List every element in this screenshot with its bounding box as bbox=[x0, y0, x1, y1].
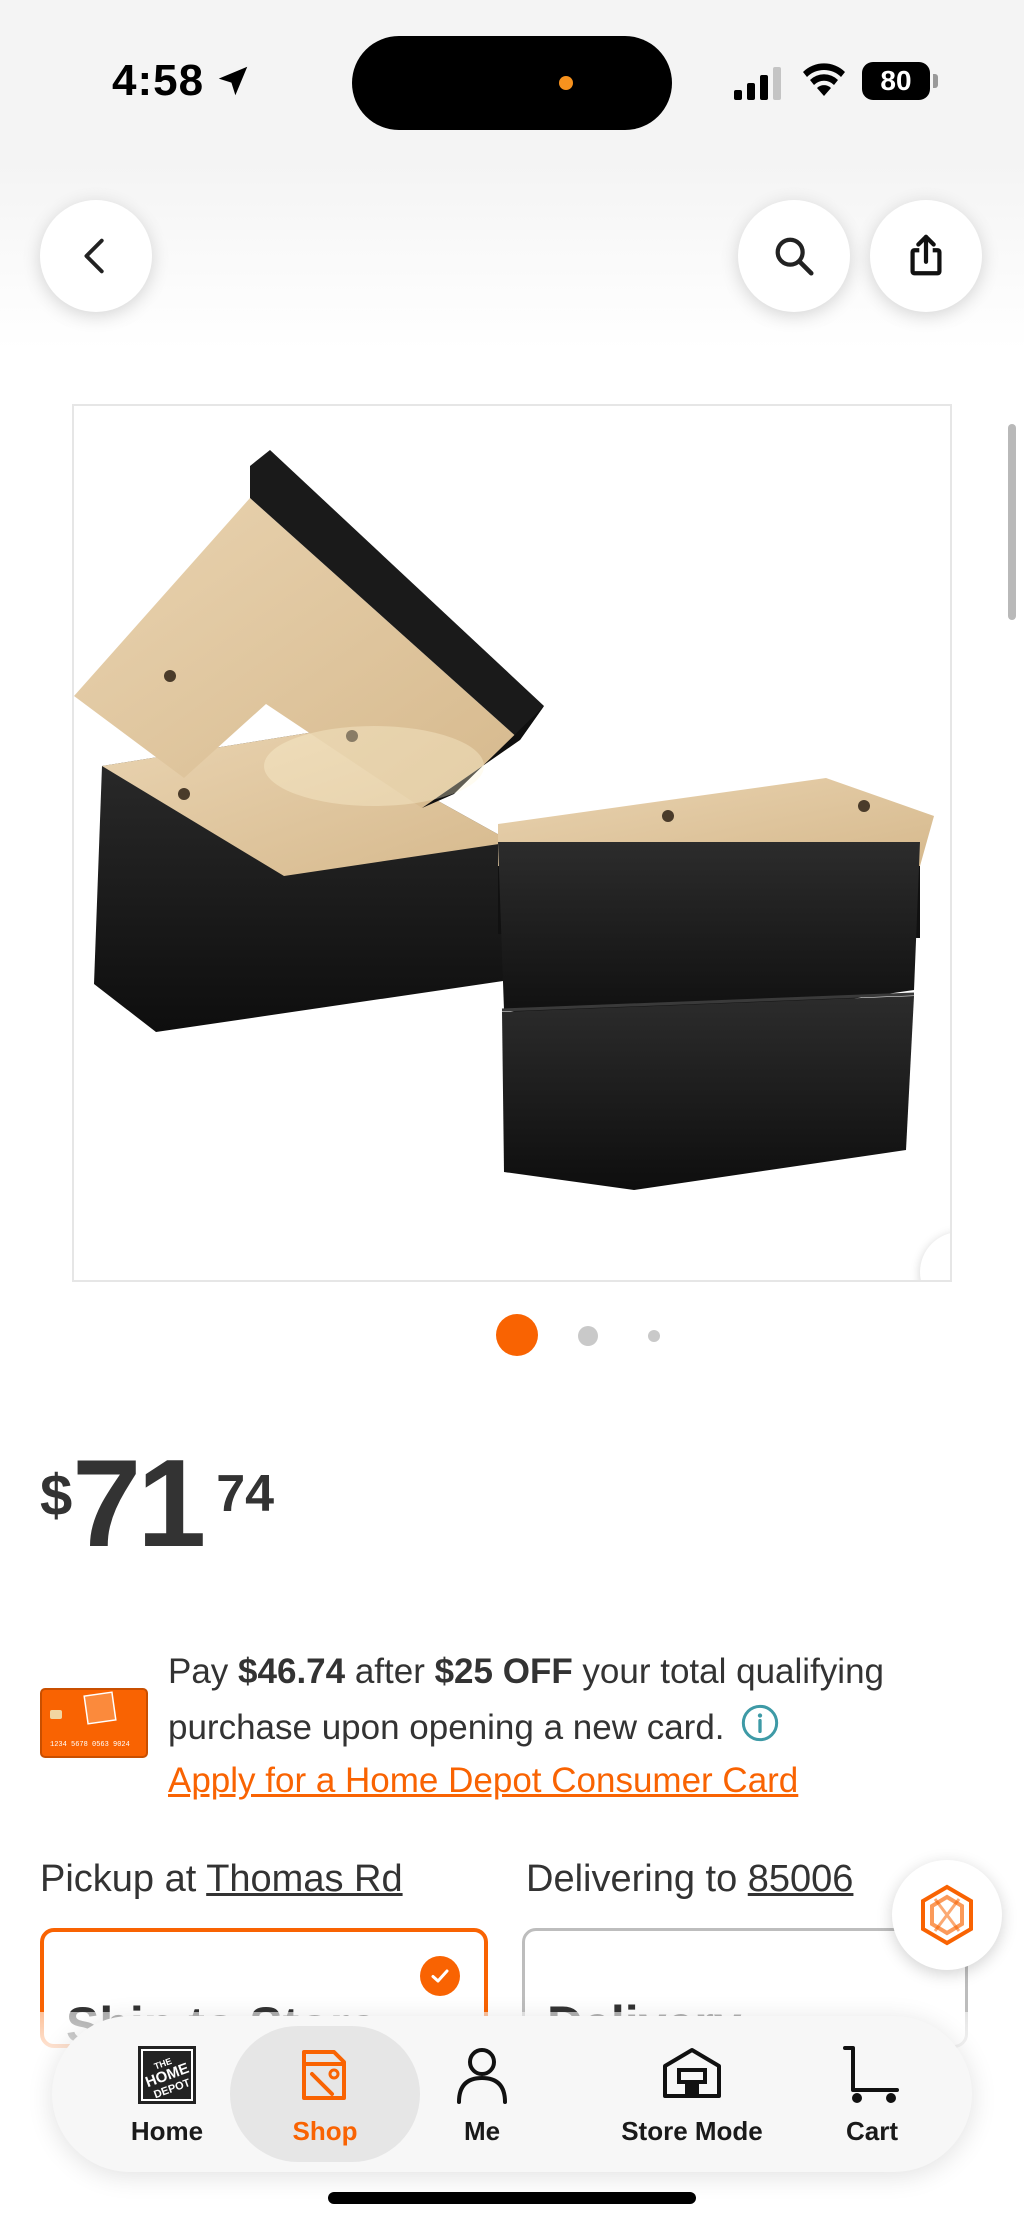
back-button[interactable] bbox=[40, 200, 152, 312]
status-clock: 4:58 bbox=[112, 56, 252, 106]
apply-card-link[interactable]: Apply for a Home Depot Consumer Card bbox=[168, 1756, 798, 1806]
search-button[interactable] bbox=[738, 200, 850, 312]
bottom-tab-bar: THE HOME DEPOT Home Shop Me Store Mode C… bbox=[52, 2016, 972, 2172]
chevron-right-icon bbox=[942, 1254, 952, 1282]
product-image[interactable] bbox=[74, 406, 950, 1280]
product-image-carousel[interactable] bbox=[72, 404, 952, 1282]
privacy-indicator-dot bbox=[559, 76, 573, 90]
delivery-prefix: Delivering to bbox=[526, 1858, 748, 1900]
tab-shop[interactable]: Shop bbox=[230, 2026, 420, 2162]
tab-home[interactable]: THE HOME DEPOT Home bbox=[102, 2026, 232, 2162]
status-time: 4:58 bbox=[112, 56, 205, 105]
delivery-location-label: Delivering to 85006 bbox=[526, 1854, 853, 1904]
product-page: 4:58 80 $ 71 74 1234 5678 0563 9024 Pay … bbox=[0, 0, 1024, 2226]
tab-home-label: Home bbox=[130, 2115, 204, 2146]
checkmark-icon bbox=[420, 1956, 460, 1996]
tab-shop-label: Shop bbox=[292, 2115, 358, 2146]
chevron-left-icon bbox=[84, 238, 104, 274]
credit-card-icon: 1234 5678 0563 9024 bbox=[40, 1688, 148, 1758]
pickup-location-label: Pickup at Thomas Rd bbox=[40, 1854, 403, 1904]
hexagon-assistant-icon bbox=[921, 1884, 973, 1946]
tab-store-mode[interactable]: Store Mode bbox=[582, 2026, 802, 2162]
promo-text-prefix: Pay bbox=[168, 1652, 239, 1691]
product-price: $ 71 74 bbox=[40, 1442, 274, 1572]
pagination-dot-active[interactable] bbox=[496, 1314, 538, 1356]
promo-discount: $25 OFF bbox=[434, 1652, 573, 1691]
tab-cart[interactable]: Cart bbox=[812, 2026, 932, 2162]
tab-me-label: Me bbox=[463, 2115, 501, 2146]
promo-text-middle: after bbox=[345, 1652, 435, 1691]
wifi-icon bbox=[803, 63, 845, 96]
card-number: 1234 5678 0563 9024 bbox=[50, 1741, 130, 1749]
dynamic-island bbox=[352, 36, 672, 130]
home-depot-logo-icon: THE HOME DEPOT bbox=[138, 2045, 196, 2104]
pickup-prefix: Pickup at bbox=[40, 1858, 207, 1900]
cart-icon bbox=[843, 2045, 899, 2103]
promo-pay-amount: $46.74 bbox=[238, 1652, 346, 1691]
cellular-signal-icon bbox=[734, 67, 781, 100]
assistant-button[interactable] bbox=[892, 1860, 1002, 1970]
pagination-dot[interactable] bbox=[578, 1326, 598, 1346]
price-dollars: 71 bbox=[72, 1435, 206, 1573]
carousel-pagination bbox=[0, 1312, 1024, 1356]
status-bar: 4:58 80 bbox=[0, 0, 1024, 160]
tab-me[interactable]: Me bbox=[422, 2026, 542, 2162]
delivery-zip-link[interactable]: 85006 bbox=[748, 1858, 854, 1900]
person-icon bbox=[457, 2047, 507, 2104]
share-icon bbox=[910, 234, 942, 276]
shop-icon bbox=[302, 2049, 346, 2100]
share-button[interactable] bbox=[870, 200, 982, 312]
pickup-store-link[interactable]: Thomas Rd bbox=[206, 1858, 402, 1900]
card-promo-text: Pay $46.74 after $25 OFF your total qual… bbox=[168, 1644, 978, 1756]
home-indicator[interactable] bbox=[328, 2192, 696, 2204]
price-currency: $ bbox=[40, 1463, 73, 1528]
store-icon bbox=[663, 2047, 721, 2098]
info-icon[interactable] bbox=[740, 1703, 780, 1743]
location-arrow-icon bbox=[218, 66, 248, 96]
tab-cart-label: Cart bbox=[845, 2115, 898, 2146]
tab-store-mode-label: Store Mode bbox=[621, 2115, 763, 2146]
pagination-dot[interactable] bbox=[648, 1330, 660, 1342]
price-cents: 74 bbox=[216, 1465, 275, 1523]
search-icon bbox=[775, 237, 814, 276]
scroll-indicator[interactable] bbox=[1008, 424, 1016, 620]
battery-indicator: 80 bbox=[862, 62, 938, 100]
